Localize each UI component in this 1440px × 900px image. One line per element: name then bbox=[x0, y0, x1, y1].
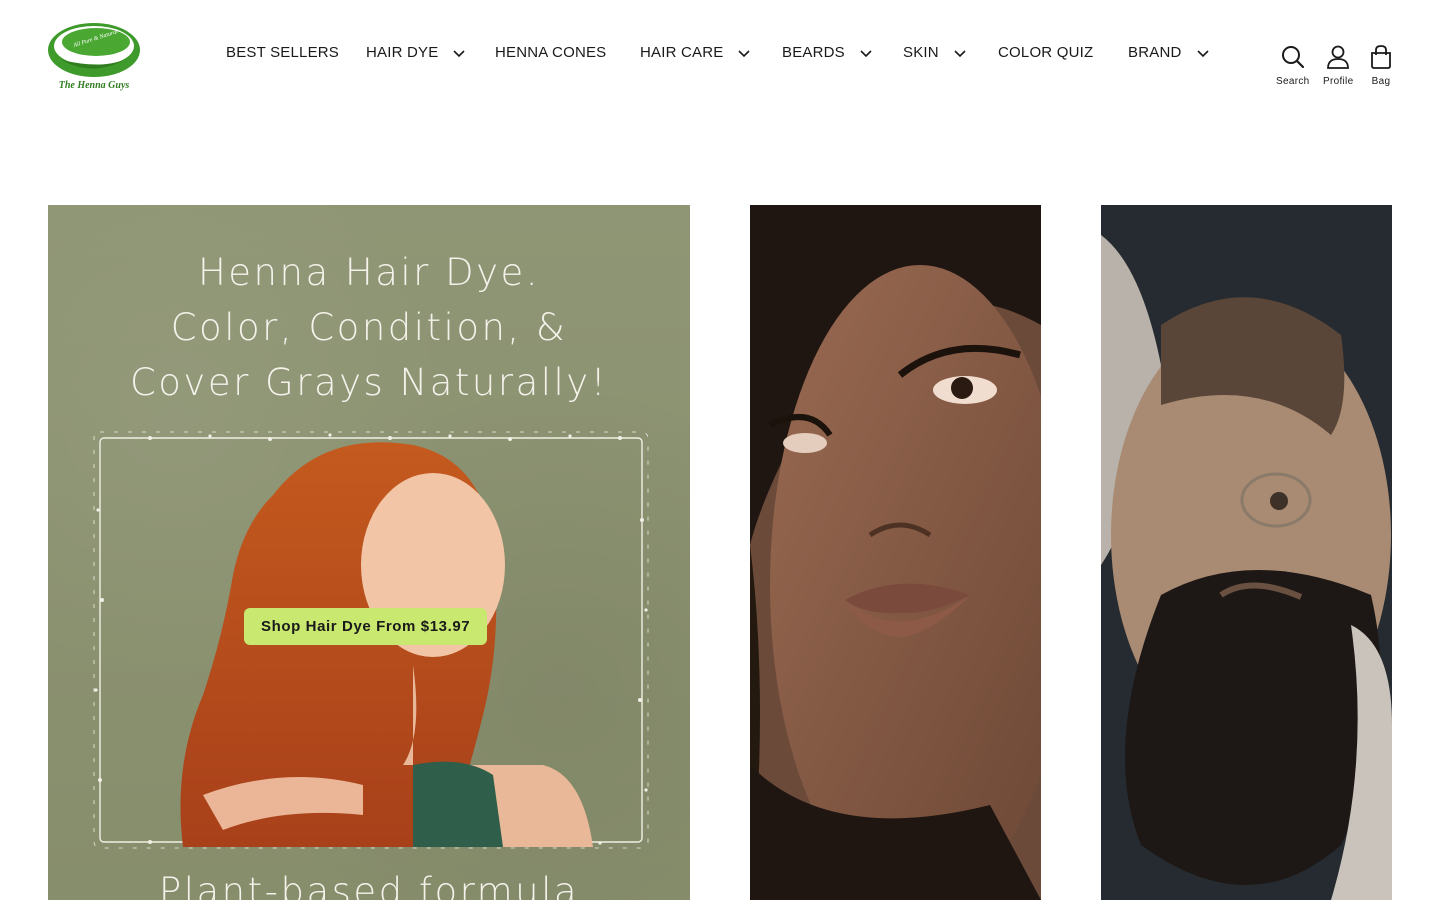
hero-headline-line: Cover Grays Naturally! bbox=[129, 361, 609, 404]
search-button[interactable]: Search bbox=[1276, 44, 1310, 87]
nav-label: BEARDS bbox=[782, 44, 845, 61]
nav-label: BEST SELLERS bbox=[226, 44, 340, 61]
nav-label: SKIN bbox=[903, 44, 939, 61]
nav-brand[interactable]: BRAND bbox=[1128, 44, 1210, 61]
chevron-down-icon[interactable] bbox=[1196, 46, 1210, 60]
bag-button[interactable]: Bag bbox=[1368, 44, 1394, 87]
bearded-man-photo bbox=[1101, 205, 1392, 900]
profile-button[interactable]: Profile bbox=[1323, 44, 1353, 87]
nav-skin[interactable]: SKIN bbox=[903, 44, 967, 61]
nav-best-sellers[interactable]: BEST SELLERS bbox=[226, 44, 339, 61]
nav-hair-care[interactable]: HAIR CARE bbox=[640, 44, 751, 61]
nav-beards[interactable]: BEARDS bbox=[782, 44, 873, 61]
nav-hair-dye[interactable]: HAIR DYE bbox=[366, 44, 466, 61]
nav-label: BRAND bbox=[1128, 44, 1182, 61]
bag-icon bbox=[1371, 45, 1391, 69]
hero-headline-line: Henna Hair Dye. bbox=[197, 251, 541, 294]
brand-name: The Henna Guys bbox=[58, 80, 130, 91]
hero-headline-line: Color, Condition, & bbox=[170, 306, 568, 349]
hero-subheadline: Plant-based formula bbox=[158, 870, 580, 900]
nav-label: HENNA CONES bbox=[495, 44, 607, 61]
user-icon bbox=[1327, 45, 1350, 69]
chevron-down-icon[interactable] bbox=[452, 46, 466, 60]
site-header: All Pure & Natural The Henna Guys BEST S… bbox=[0, 0, 1440, 110]
bag-label: Bag bbox=[1371, 76, 1391, 87]
leaf-logo-icon: All Pure & Natural bbox=[48, 23, 140, 77]
woman-portrait-photo bbox=[750, 205, 1041, 900]
promo-card-woman[interactable] bbox=[750, 205, 1041, 900]
hero-banner[interactable]: Henna Hair Dye. Color, Condition, & Cove… bbox=[48, 205, 690, 900]
chevron-down-icon[interactable] bbox=[737, 46, 751, 60]
nav-label: COLOR QUIZ bbox=[998, 44, 1094, 61]
header-utilities: Search Profile Bag bbox=[1268, 44, 1408, 96]
nav-label: HAIR CARE bbox=[640, 44, 724, 61]
nav-henna-cones[interactable]: HENNA CONES bbox=[495, 44, 606, 61]
nav-color-quiz[interactable]: COLOR QUIZ bbox=[998, 44, 1093, 61]
brand-logo[interactable]: All Pure & Natural The Henna Guys bbox=[44, 18, 144, 98]
chevron-down-icon[interactable] bbox=[953, 46, 967, 60]
search-icon bbox=[1281, 46, 1304, 69]
nav-label: HAIR DYE bbox=[366, 44, 439, 61]
shop-hair-dye-button[interactable]: Shop Hair Dye From $13.97 bbox=[244, 608, 488, 645]
hero-headline: Henna Hair Dye. Color, Condition, & Cove… bbox=[48, 245, 690, 410]
chevron-down-icon[interactable] bbox=[859, 46, 873, 60]
search-label: Search bbox=[1276, 76, 1310, 87]
promo-card-man[interactable] bbox=[1101, 205, 1392, 900]
profile-label: Profile bbox=[1323, 76, 1354, 87]
